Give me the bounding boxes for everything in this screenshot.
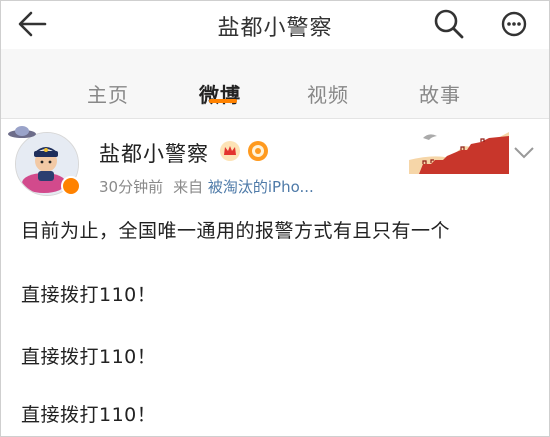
post-source-link[interactable]: 被淘汰的iPho...	[208, 178, 314, 196]
page-title: 盐都小警察	[217, 16, 333, 41]
post-text-line: 直接拨打110！	[21, 284, 157, 306]
post-time: 30分钟前	[99, 178, 164, 196]
crown-badge-icon	[219, 140, 241, 162]
post-text-line: 直接拨打110！	[21, 346, 157, 368]
verified-badge-icon	[61, 176, 81, 196]
active-tab-indicator	[209, 99, 237, 103]
weibo-post: 盐都小警察 30分钟前 来自 被淘汰的iPho... 目前为止，全国唯一通用的报…	[1, 120, 549, 436]
post-text-line: 目前为止，全国唯一通用的报警方式有且只有一个	[21, 220, 451, 242]
tab-story[interactable]: 故事	[419, 79, 461, 108]
chevron-down-icon[interactable]	[513, 146, 535, 160]
tab-video[interactable]: 视频	[307, 79, 349, 108]
tab-weibo[interactable]: 微博	[199, 79, 241, 108]
ufo-decoration-icon	[8, 126, 36, 138]
post-meta: 30分钟前 来自 被淘汰的iPho...	[99, 176, 314, 197]
search-icon	[434, 9, 464, 39]
member-badge-icon	[247, 140, 269, 162]
post-author-name[interactable]: 盐都小警察	[99, 138, 209, 168]
post-text-line: 直接拨打110！	[21, 404, 157, 426]
weibo-profile-screen: 盐都小警察 主页 微博 视频 故事 盐都小警察 30分钟前 来自 被淘汰的iPh…	[0, 0, 550, 437]
post-from-label: 来自	[173, 178, 204, 196]
tab-home[interactable]: 主页	[87, 79, 129, 108]
profile-tabs: 主页 微博 视频 故事	[1, 49, 549, 119]
top-nav-bar: 盐都小警察	[1, 1, 549, 49]
great-wall-card-decoration-icon	[409, 132, 509, 174]
search-button[interactable]	[433, 8, 465, 40]
avatar-wrap[interactable]	[15, 132, 81, 196]
more-dots-icon	[501, 11, 527, 37]
more-button[interactable]	[499, 9, 529, 39]
